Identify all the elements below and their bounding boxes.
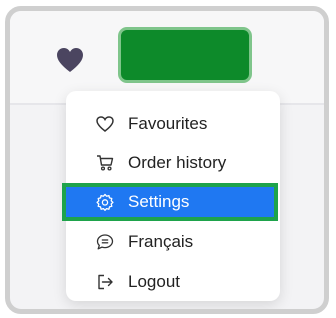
menu-item-label: Logout — [128, 272, 180, 291]
heart-outline-icon — [96, 115, 114, 133]
account-button[interactable] — [118, 27, 252, 83]
menu-item-settings[interactable]: Settings — [62, 183, 278, 221]
menu-item-label: Settings — [128, 192, 190, 211]
account-dropdown-menu: Favourites Order history Settings França… — [62, 91, 280, 301]
cart-icon — [96, 154, 114, 172]
menu-item-logout[interactable]: Logout — [66, 263, 280, 301]
menu-item-order-history[interactable]: Order history — [66, 144, 280, 182]
menu-item-language[interactable]: Français — [66, 223, 280, 261]
menu-item-label: Order history — [128, 153, 227, 172]
favourites-heart-icon[interactable] — [56, 47, 84, 73]
chat-bubble-icon — [96, 233, 114, 251]
menu-item-label: Favourites — [128, 114, 208, 133]
logout-icon — [96, 273, 114, 291]
menu-item-favourites[interactable]: Favourites — [66, 105, 280, 143]
window-frame: Favourites Order history Settings França… — [5, 6, 329, 314]
gear-icon — [96, 193, 114, 211]
menu-item-label: Français — [128, 232, 194, 251]
